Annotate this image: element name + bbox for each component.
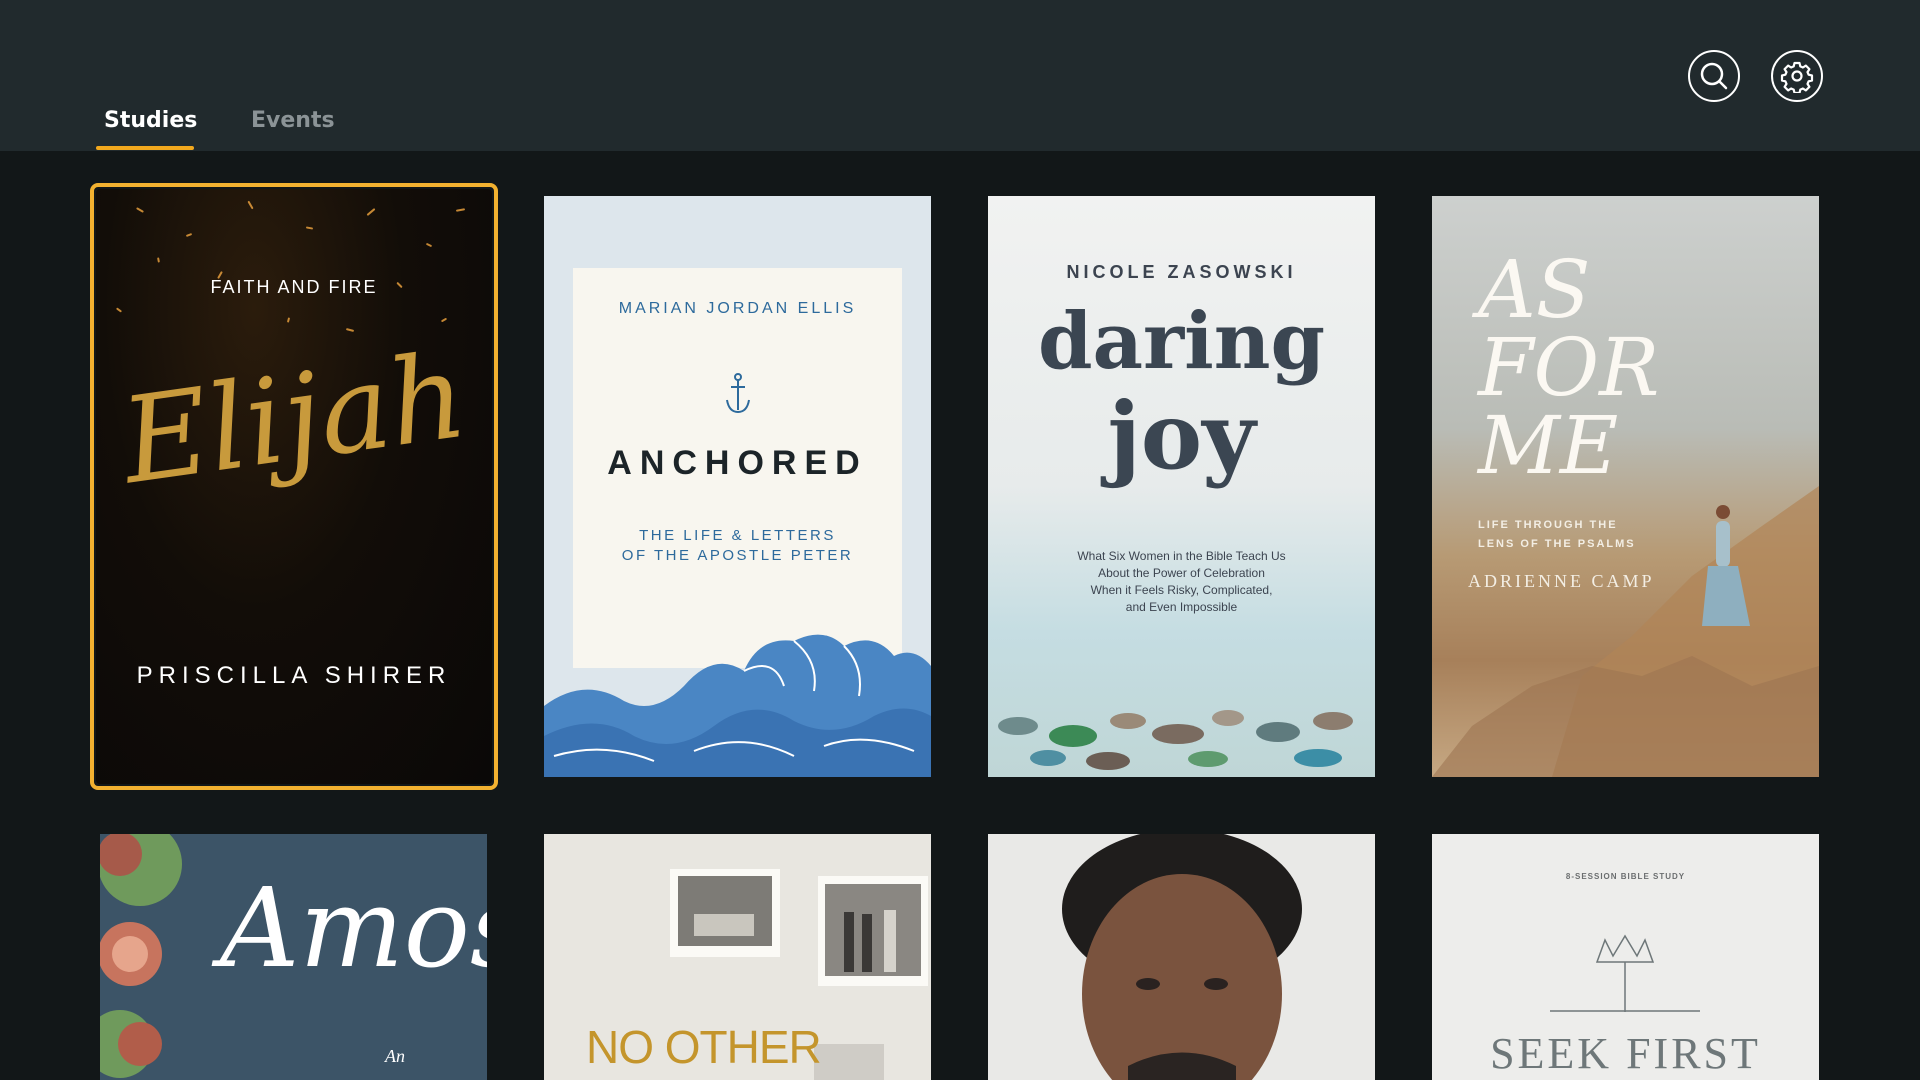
study-title: SEEK FIRST — [1490, 1029, 1761, 1078]
study-title-line2: joy — [1107, 382, 1256, 490]
active-tab-indicator — [96, 146, 194, 150]
crown-icon — [1550, 934, 1700, 1012]
study-card-seek-first[interactable]: 8-SESSION BIBLE STUDY SEEK FIRST — [1432, 834, 1819, 1080]
study-subtitle: What Six Women in the Bible Teach Us Abo… — [1077, 549, 1286, 614]
study-author: PRISCILLA SHIRER — [136, 662, 452, 689]
study-card-no-other-gods[interactable]: NO OTHER — [544, 834, 931, 1080]
waves-illustration — [544, 634, 931, 777]
study-title: Amos — [220, 864, 487, 992]
search-button[interactable] — [1688, 50, 1740, 102]
tab-events[interactable]: Events — [251, 108, 335, 133]
settings-button[interactable] — [1771, 50, 1823, 102]
study-card-portrait[interactable] — [988, 834, 1375, 1080]
study-kicker: 8-SESSION BIBLE STUDY — [1565, 872, 1686, 881]
figs-image — [100, 834, 182, 1078]
cliff-woman-image — [1432, 486, 1819, 777]
study-subtitle: THE LIFE & LETTERS OF THE APOSTLE PETER — [621, 527, 854, 564]
study-card-amos[interactable]: Amos An — [100, 834, 487, 1080]
study-author: NICOLE ZASOWSKI — [1066, 262, 1297, 282]
study-title: Elijah — [113, 325, 475, 511]
study-card-anchored[interactable]: MARIAN JORDAN ELLIS ANCHORED THE LIFE & … — [544, 196, 931, 777]
study-author: MARIAN JORDAN ELLIS — [618, 300, 857, 317]
tab-studies[interactable]: Studies — [104, 108, 197, 133]
top-bar: Studies Events — [0, 0, 1920, 151]
gear-icon — [1780, 61, 1814, 93]
anchor-icon — [726, 373, 750, 414]
study-title: ANCHORED — [607, 444, 868, 482]
study-title: NO OTHER — [586, 1021, 822, 1073]
study-title-line1: daring — [1037, 296, 1326, 387]
study-subtitle: An — [385, 1046, 405, 1066]
study-kicker: FAITH AND FIRE — [210, 277, 378, 297]
study-card-as-for-me[interactable]: AS FOR ME LIFE THROUGH THE LENS OF THE P… — [1432, 196, 1819, 777]
study-card-daring-joy[interactable]: NICOLE ZASOWSKI daring joy What Six Wome… — [988, 196, 1375, 777]
pebbles-image — [998, 710, 1353, 770]
search-icon — [1700, 62, 1728, 90]
study-card-elijah[interactable]: FAITH AND FIRE Elijah PRISCILLA SHIRER — [96, 189, 492, 784]
author-portrait — [1062, 834, 1302, 1080]
